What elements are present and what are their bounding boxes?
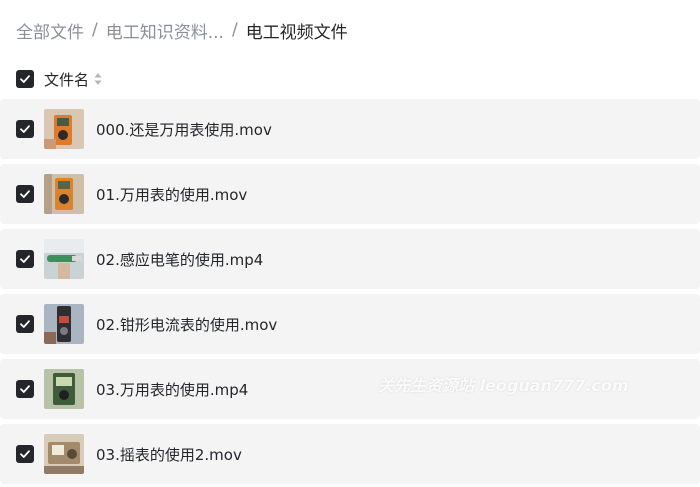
row-checkbox[interactable] xyxy=(16,250,34,268)
video-thumbnail xyxy=(44,369,84,409)
breadcrumb-separator: / xyxy=(231,20,238,40)
check-icon xyxy=(20,450,30,458)
file-row[interactable]: 01.万用表的使用.mov xyxy=(0,164,700,224)
video-thumbnail xyxy=(44,239,84,279)
breadcrumb-separator: / xyxy=(92,20,98,40)
check-icon xyxy=(20,320,30,328)
breadcrumb-current-folder: 电工视频文件 xyxy=(245,22,348,43)
check-icon xyxy=(20,385,30,393)
row-checkbox[interactable] xyxy=(16,185,34,203)
file-name[interactable]: 02.感应电笔的使用.mp4 xyxy=(96,249,263,270)
sort-updown-icon[interactable] xyxy=(94,72,102,86)
row-checkbox[interactable] xyxy=(16,445,34,463)
breadcrumb-parent-folder[interactable]: 电工知识资料... xyxy=(106,18,224,43)
file-name[interactable]: 02.钳形电流表的使用.mov xyxy=(96,314,277,335)
file-name[interactable]: 03.万用表的使用.mp4 xyxy=(96,379,248,400)
check-icon xyxy=(20,125,30,133)
video-thumbnail xyxy=(44,434,84,474)
row-checkbox[interactable] xyxy=(16,120,34,138)
breadcrumb: 全部文件 / 电工知识资料... / 电工视频文件 xyxy=(16,18,348,43)
file-row[interactable]: 02.钳形电流表的使用.mov xyxy=(0,294,700,354)
file-name[interactable]: 01.万用表的使用.mov xyxy=(96,184,247,205)
file-name[interactable]: 000.还是万用表使用.mov xyxy=(96,119,272,140)
check-icon xyxy=(20,75,30,83)
file-row[interactable]: 03.万用表的使用.mp4 xyxy=(0,359,700,419)
video-thumbnail xyxy=(44,174,84,214)
file-list: 000.还是万用表使用.mov 01.万用表的使用.mov 02.感应电笔的使用… xyxy=(0,99,700,487)
video-thumbnail xyxy=(44,304,84,344)
file-row[interactable]: 03.摇表的使用2.mov xyxy=(0,424,700,484)
file-row[interactable]: 000.还是万用表使用.mov xyxy=(0,99,700,159)
select-all-checkbox[interactable] xyxy=(16,70,34,88)
file-list-header: 文件名 xyxy=(16,68,102,90)
breadcrumb-all-files[interactable]: 全部文件 xyxy=(16,18,84,43)
file-row[interactable]: 02.感应电笔的使用.mp4 xyxy=(0,229,700,289)
row-checkbox[interactable] xyxy=(16,315,34,333)
check-icon xyxy=(20,190,30,198)
check-icon xyxy=(20,255,30,263)
row-checkbox[interactable] xyxy=(16,380,34,398)
video-thumbnail xyxy=(44,109,84,149)
file-name[interactable]: 03.摇表的使用2.mov xyxy=(96,444,242,465)
column-header-filename[interactable]: 文件名 xyxy=(44,69,89,90)
